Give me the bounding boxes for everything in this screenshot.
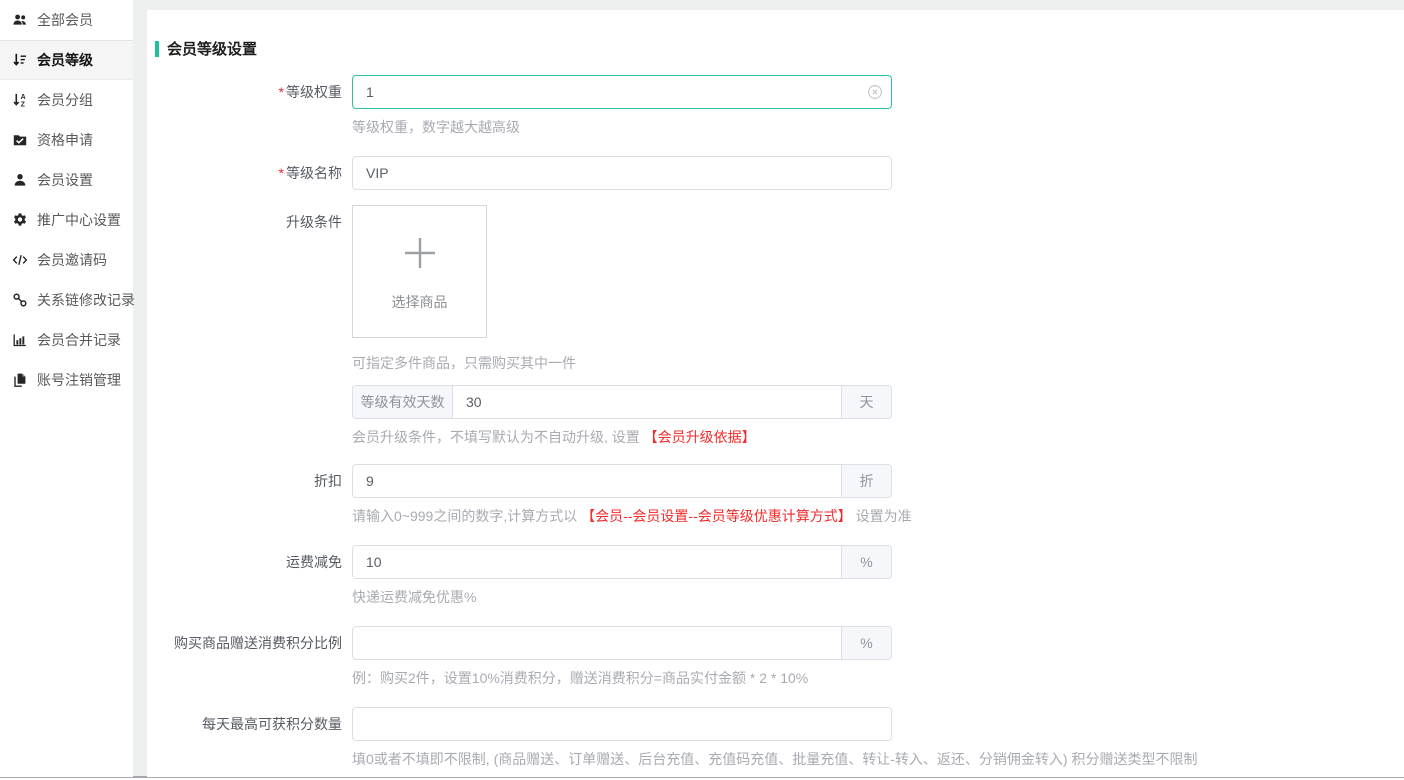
form-row-daily-max-points: 每天最高可获积分数量 填0或者不填即不限制, (商品赠送、订单赠送、后台充值、充… <box>147 707 1404 769</box>
level-name-input-wrap <box>352 156 892 190</box>
discount-input[interactable] <box>352 464 842 498</box>
required-asterisk: * <box>279 165 284 181</box>
required-asterisk: * <box>279 84 284 100</box>
sidebar-item-label: 推广中心设置 <box>37 210 121 230</box>
shipping-reduction-input[interactable] <box>352 545 842 579</box>
bar-chart-icon <box>12 332 28 348</box>
points-ratio-helper: 例：购买2件，设置10%消费积分，赠送消费积分=商品实付金额 * 2 * 10% <box>352 668 892 688</box>
sidebar-item-merge-log[interactable]: 会员合并记录 <box>0 320 133 360</box>
level-name-input[interactable] <box>352 156 892 190</box>
sidebar-item-all-members[interactable]: 全部会员 <box>0 0 133 40</box>
background-strip-gap <box>133 0 147 777</box>
clear-icon[interactable] <box>867 84 883 100</box>
field-label-discount: 折扣 <box>147 464 342 526</box>
sort-ranking-icon <box>12 52 28 68</box>
field-label-level-name: *等级名称 <box>147 156 342 190</box>
level-weight-helper: 等级权重，数字越大越高级 <box>352 117 892 137</box>
sidebar-item-relation-log[interactable]: 关系链修改记录 <box>0 280 133 320</box>
sidebar-item-label: 会员分组 <box>37 90 93 110</box>
page-title: 会员等级设置 <box>155 38 1404 59</box>
sidebar-item-label: 账号注销管理 <box>37 370 121 390</box>
main-panel: 会员等级设置 *等级权重 等级权重，数字越大越高级 *等级名称 <box>147 10 1404 777</box>
page-title-text: 会员等级设置 <box>167 38 257 59</box>
daily-max-input-wrap <box>352 707 892 741</box>
sidebar-item-label: 会员邀请码 <box>37 250 107 270</box>
sidebar-item-member-groups[interactable]: AZ 会员分组 <box>0 80 133 120</box>
gear-icon <box>12 212 28 228</box>
valid-days-input-group: 等级有效天数 天 <box>352 385 892 419</box>
sidebar-item-label: 全部会员 <box>37 10 93 30</box>
discount-input-group: 折 <box>352 464 892 498</box>
points-ratio-unit-label: % <box>842 626 892 660</box>
field-label-upgrade-condition: 升级条件 <box>147 212 342 447</box>
form-row-upgrade-condition: 升级条件 选择商品 可指定多件商品，只需购买其中一件 等级有效天数 天 <box>147 205 1404 447</box>
discount-calc-link[interactable]: 【会员--会员设置--会员等级优惠计算方式】 <box>581 508 852 524</box>
inbox-check-icon <box>12 132 28 148</box>
file-copy-icon <box>12 372 28 388</box>
background-strip-top <box>133 0 1404 10</box>
sort-alpha-icon: AZ <box>12 92 28 108</box>
shipping-unit-label: % <box>842 545 892 579</box>
form-row-level-weight: *等级权重 等级权重，数字越大越高级 <box>147 75 1404 137</box>
valid-days-prepend-label: 等级有效天数 <box>352 385 452 419</box>
valid-days-input[interactable] <box>452 385 842 419</box>
field-label-shipping-reduction: 运费减免 <box>147 545 342 607</box>
sidebar-item-member-settings[interactable]: 会员设置 <box>0 160 133 200</box>
discount-unit-label: 折 <box>842 464 892 498</box>
field-label-points-ratio: 购买商品赠送消费积分比例 <box>147 626 342 688</box>
svg-text:Z: Z <box>21 102 26 108</box>
sidebar-item-member-levels[interactable]: 会员等级 <box>0 40 133 80</box>
form-row-discount: 折扣 折 请输入0~999之间的数字,计算方式以 【会员--会员设置--会员等级… <box>147 464 1404 526</box>
daily-max-helper: 填0或者不填即不限制, (商品赠送、订单赠送、后台充值、充值码充值、批量充值、转… <box>352 749 892 769</box>
sidebar-item-account-cancellation[interactable]: 账号注销管理 <box>0 360 133 400</box>
upgrade-basis-link[interactable]: 【会员升级依据】 <box>644 429 756 445</box>
daily-max-points-input[interactable] <box>352 707 892 741</box>
form-row-shipping-reduction: 运费减免 % 快递运费减免优惠% <box>147 545 1404 607</box>
level-weight-input[interactable] <box>352 75 892 109</box>
plus-icon <box>402 235 438 276</box>
form-row-points-ratio: 购买商品赠送消费积分比例 % 例：购买2件，设置10%消费积分，赠送消费积分=商… <box>147 626 1404 688</box>
form-row-level-name: *等级名称 <box>147 156 1404 190</box>
sidebar-item-label: 会员等级 <box>37 50 93 70</box>
points-ratio-input[interactable] <box>352 626 842 660</box>
svg-text:A: A <box>21 94 26 101</box>
sidebar-item-label: 会员设置 <box>37 170 93 190</box>
user-icon <box>12 172 28 188</box>
points-ratio-input-group: % <box>352 626 892 660</box>
sidebar-item-qualification[interactable]: 资格申请 <box>0 120 133 160</box>
code-icon <box>12 252 28 268</box>
sidebar-item-invite-code[interactable]: 会员邀请码 <box>0 240 133 280</box>
sidebar-item-promotion-settings[interactable]: 推广中心设置 <box>0 200 133 240</box>
users-icon <box>12 12 28 28</box>
sidebar-item-label: 关系链修改记录 <box>37 290 135 310</box>
valid-days-unit-label: 天 <box>842 385 892 419</box>
sidebar-item-label: 资格申请 <box>37 130 93 150</box>
upgrade-condition-helper: 会员升级条件，不填写默认为不自动升级, 设置 【会员升级依据】 <box>352 427 892 447</box>
field-label-level-weight: *等级权重 <box>147 75 342 137</box>
field-label-daily-max-points: 每天最高可获积分数量 <box>147 707 342 769</box>
sidebar-item-label: 会员合并记录 <box>37 330 121 350</box>
chain-link-icon <box>12 292 28 308</box>
page: 全部会员 会员等级 AZ 会员分组 资格申请 会员设置 <box>0 0 1404 780</box>
select-goods-label: 选择商品 <box>392 292 448 312</box>
sidebar-nav: 全部会员 会员等级 AZ 会员分组 资格申请 会员设置 <box>0 0 133 777</box>
title-accent-bar <box>155 41 159 57</box>
select-goods-box[interactable]: 选择商品 <box>352 205 487 338</box>
upgrade-picker-helper: 可指定多件商品，只需购买其中一件 <box>352 353 892 373</box>
shipping-helper: 快递运费减免优惠% <box>352 587 892 607</box>
member-level-form: *等级权重 等级权重，数字越大越高级 *等级名称 <box>147 75 1404 769</box>
discount-helper: 请输入0~999之间的数字,计算方式以 【会员--会员设置--会员等级优惠计算方… <box>352 506 892 526</box>
level-weight-input-wrap <box>352 75 892 109</box>
shipping-input-group: % <box>352 545 892 579</box>
